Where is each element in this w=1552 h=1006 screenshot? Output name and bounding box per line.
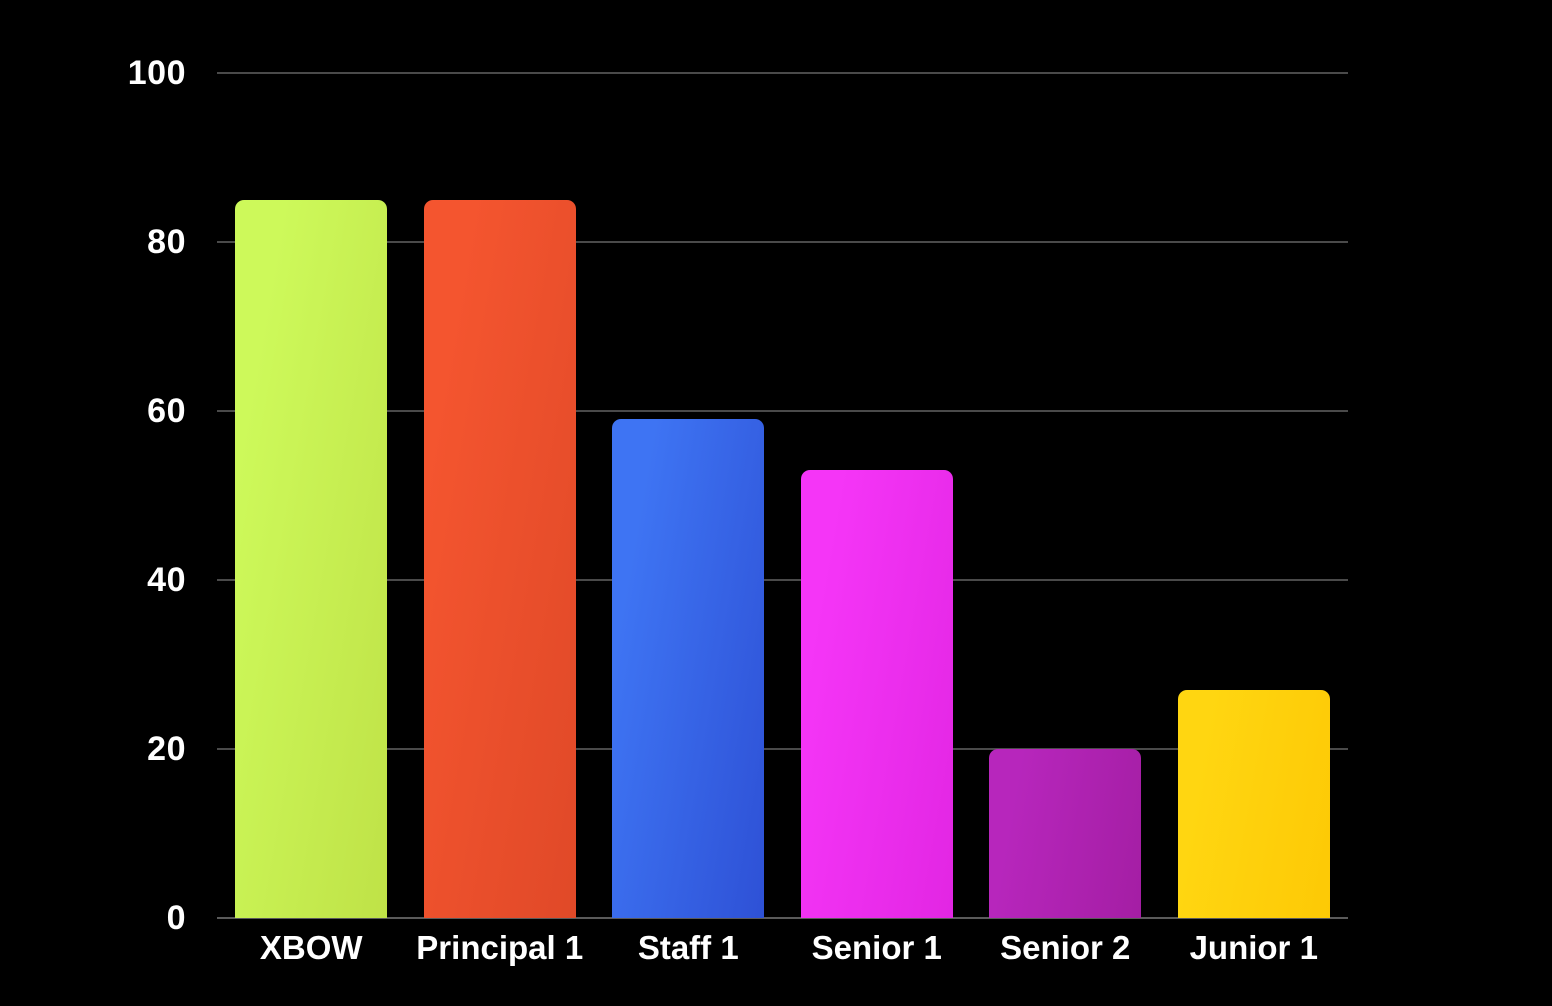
y-axis-tick-label: 0 (166, 899, 186, 937)
y-axis-tick-label: 20 (147, 730, 186, 768)
x-axis-tick-label: Staff 1 (637, 929, 739, 966)
x-axis-tick-label: XBOW (259, 929, 363, 966)
x-axis-tick-label: Senior 2 (1000, 929, 1131, 966)
x-axis-tick-label: Junior 1 (1189, 929, 1318, 966)
x-axis-tick-label: Senior 1 (811, 929, 942, 966)
y-axis-tick-label: 60 (147, 392, 186, 430)
x-axis-tick-label: Principal 1 (416, 929, 584, 966)
y-axis-tick-label: 40 (147, 561, 186, 599)
bar[interactable] (423, 199, 576, 918)
bar[interactable] (1177, 689, 1330, 918)
bar[interactable] (612, 419, 765, 918)
x-axis: XBOW Principal 1 Staff 1 Senior 1 Senior 2 Ju… (217, 928, 1348, 988)
bar[interactable] (800, 470, 953, 918)
bar[interactable] (989, 749, 1142, 918)
y-axis-tick-label: 80 (147, 223, 186, 261)
bar[interactable] (235, 199, 388, 918)
bar-series (217, 73, 1348, 918)
bar-chart: 0 20 40 60 80 100 XBOW Principal 1 Staff 1 Senio… (0, 0, 1552, 1006)
y-axis-tick-label: 100 (127, 54, 186, 92)
